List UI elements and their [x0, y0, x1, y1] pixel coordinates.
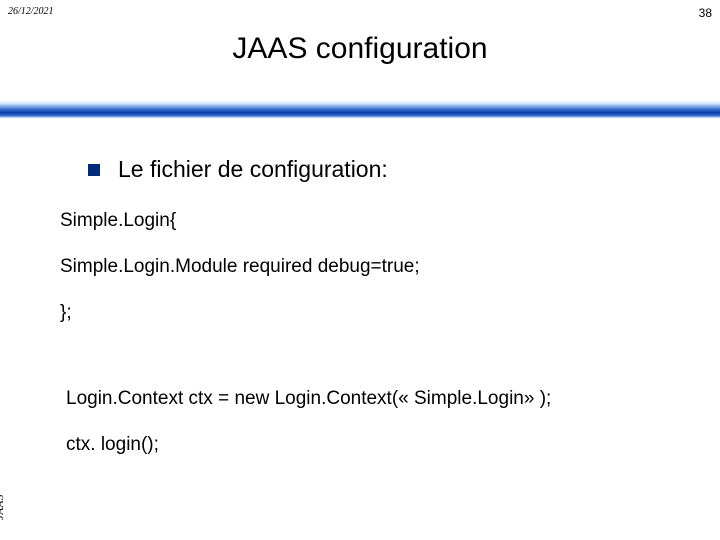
java-line-1: Login.Context ctx = new Login.Context(« …: [66, 388, 551, 410]
config-line-2: Simple.Login.Module required debug=true;: [60, 256, 420, 278]
slide-title: JAAS configuration: [0, 32, 720, 66]
side-label: JAAS: [0, 494, 6, 520]
square-bullet-icon: [88, 164, 100, 176]
bullet-item: Le fichier de configuration:: [88, 156, 388, 183]
title-separator-band: [0, 100, 720, 118]
config-line-1: Simple.Login{: [60, 210, 176, 232]
header-date: 26/12/2021: [8, 6, 54, 17]
bullet-text: Le fichier de configuration:: [118, 156, 388, 183]
java-line-2: ctx. login();: [66, 434, 159, 456]
header-page-number: 38: [699, 6, 712, 20]
config-line-3: };: [60, 302, 72, 324]
